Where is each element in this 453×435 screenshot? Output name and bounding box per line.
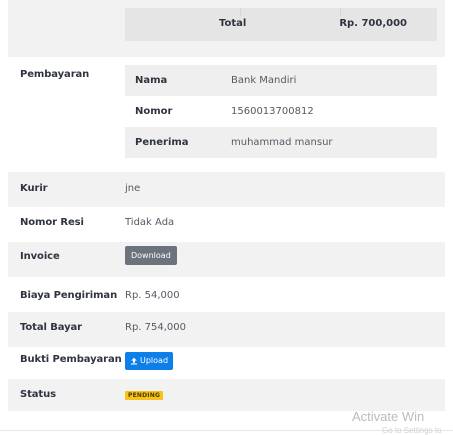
payment-row-number: Nomor 1560013700812 bbox=[125, 96, 437, 127]
status-badge: PENDING bbox=[125, 391, 164, 400]
total-cell: Total Rp. 700,000 bbox=[125, 8, 437, 41]
activation-watermark: Activate Win bbox=[352, 409, 425, 424]
download-invoice-button[interactable]: Download bbox=[125, 246, 177, 265]
column-divider bbox=[240, 8, 241, 16]
total-value: Rp. 700,000 bbox=[339, 18, 407, 29]
upload-button-label: Upload bbox=[140, 356, 169, 365]
courier-row: Kurir jne bbox=[8, 172, 445, 207]
payment-row-name: Nama Bank Mandiri bbox=[125, 65, 437, 96]
invoice-row: Invoice Download bbox=[8, 242, 445, 277]
payment-key: Penerima bbox=[135, 137, 189, 148]
tracking-row: Nomor Resi Tidak Ada bbox=[8, 207, 445, 242]
payment-proof-label: Bukti Pembayaran bbox=[20, 354, 122, 365]
payment-table: Nama Bank Mandiri Nomor 1560013700812 Pe… bbox=[125, 65, 437, 158]
order-detail-card: Total Rp. 700,000 Pembayaran Nama Bank M… bbox=[0, 0, 453, 430]
payment-value: muhammad mansur bbox=[231, 137, 333, 148]
payment-row: Pembayaran Nama Bank Mandiri Nomor 15600… bbox=[8, 57, 445, 172]
payment-proof-row: Bukti Pembayaran Upload bbox=[8, 347, 445, 379]
upload-icon bbox=[130, 357, 138, 365]
shipping-cost-row: Biaya Pengiriman Rp. 54,000 bbox=[8, 277, 445, 312]
total-row: Total Rp. 700,000 bbox=[8, 0, 445, 57]
invoice-label: Invoice bbox=[20, 251, 60, 262]
payment-label: Pembayaran bbox=[20, 69, 90, 80]
payment-key: Nomor bbox=[135, 106, 173, 117]
shipping-cost-value: Rp. 54,000 bbox=[125, 290, 180, 301]
status-label: Status bbox=[20, 389, 56, 400]
activation-watermark-subtitle: Go to Settings to bbox=[382, 426, 442, 435]
courier-label: Kurir bbox=[20, 183, 48, 194]
tracking-label: Nomor Resi bbox=[20, 217, 84, 228]
upload-proof-button[interactable]: Upload bbox=[125, 352, 174, 370]
payment-value: 1560013700812 bbox=[231, 106, 314, 117]
total-pay-row: Total Bayar Rp. 754,000 bbox=[8, 312, 445, 347]
payment-row-recipient: Penerima muhammad mansur bbox=[125, 127, 437, 158]
payment-key: Nama bbox=[135, 75, 168, 86]
total-pay-label: Total Bayar bbox=[20, 322, 82, 333]
total-pay-value: Rp. 754,000 bbox=[125, 322, 187, 333]
status-row: Status PENDING bbox=[8, 379, 445, 411]
courier-value: jne bbox=[125, 183, 141, 194]
tracking-value: Tidak Ada bbox=[125, 217, 175, 228]
column-divider bbox=[340, 8, 341, 16]
total-label: Total bbox=[219, 18, 247, 29]
shipping-cost-label: Biaya Pengiriman bbox=[20, 290, 118, 301]
payment-value: Bank Mandiri bbox=[231, 75, 297, 86]
